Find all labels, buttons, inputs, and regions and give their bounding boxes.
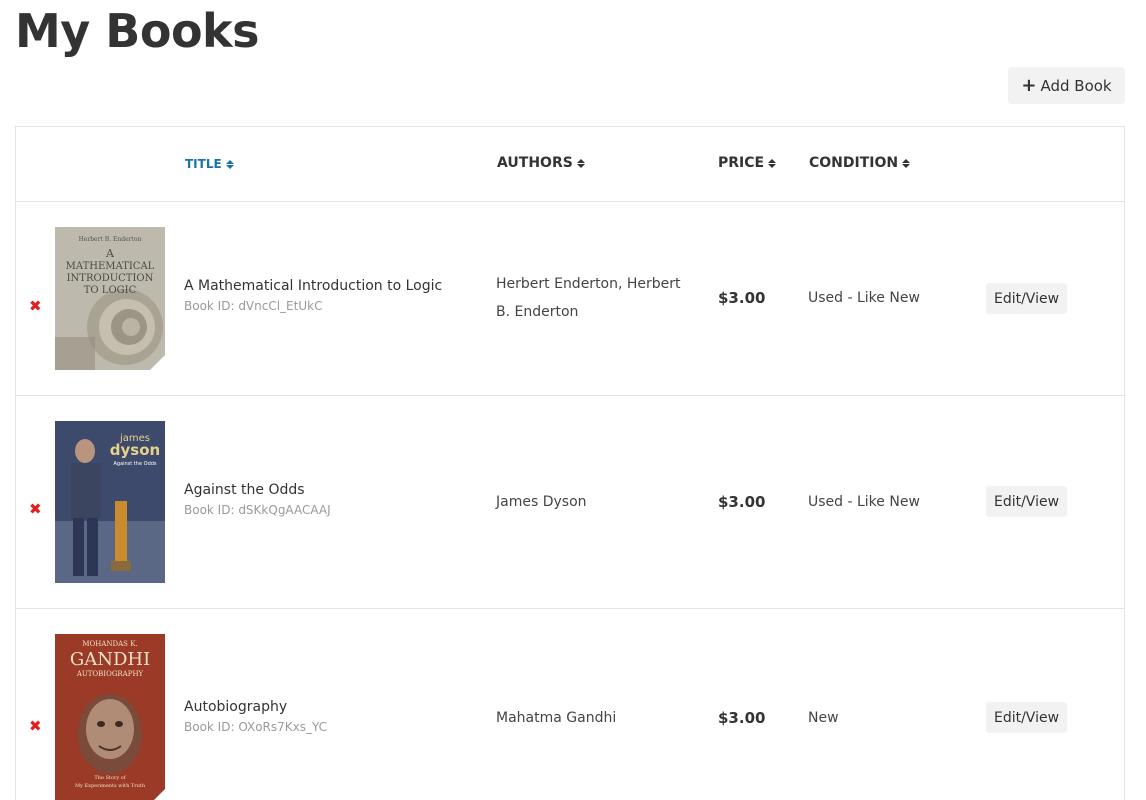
sort-condition-header[interactable]: CONDITION: [809, 155, 911, 171]
book-cover-image: james dyson Against the Odds: [55, 421, 165, 583]
delete-icon[interactable]: ✖: [29, 297, 42, 315]
sort-authors-header[interactable]: AUTHORS: [497, 155, 585, 171]
book-id: Book ID: OXoRs7Kxs_YC: [184, 720, 328, 734]
book-condition: Used - Like New: [808, 290, 920, 306]
book-id: Book ID: dSKkQgAACAAJ: [184, 503, 331, 517]
cover-text: GANDHI: [70, 649, 150, 670]
delete-icon[interactable]: ✖: [29, 717, 42, 735]
sort-icon: [225, 159, 234, 169]
book-authors: Herbert Enderton, Herbert B. Enderton: [496, 276, 681, 320]
sort-icon: [768, 158, 777, 168]
cover-text: AUTOBIOGRAPHY: [76, 670, 144, 678]
book-cover-image: Herbert B. Enderton A MATHEMATICAL INTRO…: [55, 227, 165, 370]
book-title: Against the Odds: [184, 482, 305, 498]
sort-icon: [576, 158, 585, 168]
cover-text: INTRODUCTION: [67, 273, 154, 284]
books-table: TITLE AUTHORS PRICE CONDITION ✖ Herbert …: [15, 126, 1125, 800]
sort-title-header[interactable]: TITLE: [185, 157, 234, 171]
cover-text: MOHANDAS K.: [82, 640, 137, 648]
table-header: TITLE AUTHORS PRICE CONDITION: [16, 127, 1124, 202]
sort-price-header[interactable]: PRICE: [718, 155, 777, 171]
edit-view-button[interactable]: Edit/View: [986, 702, 1067, 733]
sort-icon: [902, 158, 911, 168]
cover-text: Against the Odds: [113, 461, 156, 467]
book-authors: James Dyson: [496, 494, 587, 510]
book-price: $3.00: [718, 709, 766, 727]
book-condition: New: [808, 710, 839, 726]
table-row: ✖ james dyson Against the Odds Against t…: [16, 396, 1124, 609]
cover-text: The Story of: [94, 775, 126, 781]
delete-icon[interactable]: ✖: [29, 500, 42, 518]
book-authors: Mahatma Gandhi: [496, 710, 617, 726]
page-title: My Books: [15, 4, 260, 58]
edit-view-button[interactable]: Edit/View: [986, 486, 1067, 517]
cover-text: Herbert B. Enderton: [79, 236, 142, 243]
cover-text: MATHEMATICAL: [66, 261, 155, 272]
price-header-label: PRICE: [718, 155, 765, 171]
add-book-label: Add Book: [1040, 76, 1112, 95]
book-condition: Used - Like New: [808, 494, 920, 510]
book-price: $3.00: [718, 289, 766, 307]
book-title: A Mathematical Introduction to Logic: [184, 278, 443, 294]
table-row: ✖ Herbert B. Enderton A MATHEMATICAL INT…: [16, 202, 1124, 396]
cover-text: TO LOGIC: [84, 285, 137, 296]
cover-text: A: [105, 247, 115, 260]
book-price: $3.00: [718, 493, 766, 511]
cover-text: dyson: [110, 441, 160, 459]
book-cover-image: MOHANDAS K. GANDHI AUTOBIOGRAPHY The Sto…: [55, 634, 165, 800]
cover-text: My Experiments with Truth: [75, 783, 146, 789]
table-row: ✖ MOHANDAS K. GANDHI AUTOBIOGRAPHY The S…: [16, 609, 1124, 800]
condition-header-label: CONDITION: [809, 155, 899, 171]
plus-icon: +: [1021, 74, 1037, 96]
title-header-label: TITLE: [185, 157, 222, 171]
authors-header-label: AUTHORS: [497, 155, 573, 171]
book-title: Autobiography: [184, 699, 288, 715]
edit-view-button[interactable]: Edit/View: [986, 283, 1067, 314]
add-book-button[interactable]: + Add Book: [1008, 67, 1125, 104]
book-id: Book ID: dVncCl_EtUkC: [184, 299, 323, 313]
